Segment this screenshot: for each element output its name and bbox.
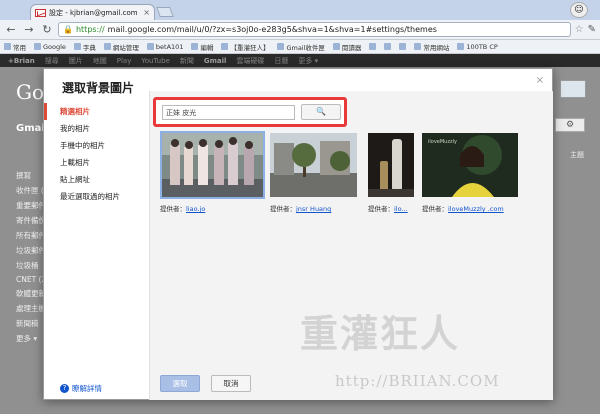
browser-tabstrip: 設定 - kjbrian@gmail.com × ☺ bbox=[0, 0, 600, 20]
bookmark-item[interactable] bbox=[399, 43, 407, 50]
bookmark-item[interactable]: betA101 bbox=[146, 43, 183, 51]
folder-icon bbox=[34, 43, 41, 50]
browser-tab[interactable]: 設定 - kjbrian@gmail.com × bbox=[30, 4, 155, 20]
provider-link[interactable]: jnsr Huang bbox=[296, 205, 331, 213]
bookmark-item[interactable]: 編輯 bbox=[191, 42, 213, 52]
cancel-button[interactable]: 取消 bbox=[211, 375, 251, 392]
bookmark-item[interactable]: Google bbox=[34, 43, 66, 51]
menu-item-paste-url[interactable]: 貼上網址 bbox=[44, 171, 149, 188]
bookmark-item[interactable]: 【重灌狂人】 bbox=[221, 42, 269, 52]
help-icon: ? bbox=[60, 384, 69, 393]
bookmark-icon bbox=[146, 43, 154, 50]
gmail-icon bbox=[277, 43, 285, 50]
bookmark-item[interactable]: 字典 bbox=[73, 42, 96, 52]
bookmark-item[interactable]: 常用網站 bbox=[414, 42, 449, 52]
bookmark-item[interactable] bbox=[384, 43, 392, 50]
portrait-photo-image: iloveMuzzly bbox=[422, 133, 518, 197]
bookmark-icon bbox=[384, 43, 392, 50]
forward-icon[interactable]: → bbox=[22, 23, 36, 36]
search-icon: 🔍 bbox=[316, 107, 326, 116]
bookmark-icon bbox=[221, 43, 229, 50]
account-avatar[interactable] bbox=[560, 80, 586, 98]
bookmarks-bar: 常用 Google 字典 網站管理 betA101 編輯 【重灌狂人】 Gmai… bbox=[0, 40, 600, 54]
bookmark-item[interactable]: 網站管理 bbox=[103, 42, 139, 52]
folder-icon bbox=[414, 43, 422, 50]
profile-avatar-icon[interactable]: ☺ bbox=[570, 2, 588, 18]
photo-card[interactable]: iloveMuzzly 提供者：iloveMuzzly .com bbox=[422, 131, 522, 231]
bookmark-item[interactable]: Gmail收件匣 bbox=[277, 42, 325, 52]
bookmark-item[interactable] bbox=[369, 43, 377, 50]
bottle-photo-image bbox=[368, 133, 414, 197]
browser-toolbar: ← → ↻ 🔒 https://mail.google.com/mail/u/0… bbox=[0, 20, 600, 40]
menu-item-phone-photos[interactable]: 手機中的相片 bbox=[44, 137, 149, 154]
url-scheme: https:// bbox=[75, 25, 105, 34]
tab-close-icon[interactable]: × bbox=[143, 8, 150, 17]
photo-caption: 提供者：jnsr Huang bbox=[270, 205, 332, 213]
background-picker-dialog: 選取背景圖片 × 精選相片 我的相片 手機中的相片 上載相片 貼上網址 最近選取… bbox=[43, 68, 553, 400]
svg-text:iloveMuzzly: iloveMuzzly bbox=[428, 139, 457, 145]
themes-tab[interactable]: 主題 bbox=[570, 150, 584, 160]
photo-thumbnail[interactable] bbox=[160, 131, 265, 199]
watermark-url: http://BRIIAN.COM bbox=[335, 372, 500, 390]
photo-caption: 提供者：iloveMuzzly .com bbox=[422, 205, 504, 213]
folder-icon bbox=[4, 43, 11, 50]
menu-item-recent-photos[interactable]: 最近選取過的相片 bbox=[44, 188, 149, 205]
star-icon[interactable]: ☆ bbox=[575, 24, 584, 35]
search-input[interactable] bbox=[162, 105, 295, 120]
watermark-logo: 重灌狂人 bbox=[300, 311, 461, 356]
tab-title: 設定 - kjbrian@gmail.com bbox=[49, 8, 138, 17]
photo-card[interactable]: 提供者：jnsr Huang bbox=[270, 131, 360, 231]
back-icon[interactable]: ← bbox=[4, 23, 18, 36]
search-highlight: 🔍 bbox=[153, 97, 347, 127]
bookmark-item[interactable]: 100TB CP bbox=[457, 43, 498, 51]
bookmark-item[interactable]: 閱讀器 bbox=[332, 42, 361, 52]
photo-thumbnail[interactable] bbox=[368, 133, 414, 197]
city-photo-image bbox=[270, 133, 357, 197]
select-button[interactable]: 選取 bbox=[160, 375, 200, 392]
menu-item-upload-photos[interactable]: 上載相片 bbox=[44, 154, 149, 171]
photo-card[interactable]: 提供者：ilo... bbox=[368, 131, 418, 231]
dialog-title: 選取背景圖片 bbox=[62, 81, 135, 95]
bookmark-icon bbox=[457, 43, 465, 50]
close-icon[interactable]: × bbox=[536, 75, 544, 86]
photo-thumbnail[interactable]: iloveMuzzly bbox=[422, 133, 518, 197]
bookmark-icon bbox=[399, 43, 407, 50]
provider-link[interactable]: iloveMuzzly .com bbox=[448, 205, 504, 213]
photo-thumbnail[interactable] bbox=[270, 133, 357, 197]
folder-icon bbox=[73, 43, 81, 50]
photo-caption: 提供者：liao.jo bbox=[160, 205, 206, 213]
learn-more-link[interactable]: ? 瞭解詳情 bbox=[60, 383, 102, 394]
search-button[interactable]: 🔍 bbox=[301, 104, 341, 120]
wrench-icon[interactable]: ✎ bbox=[588, 24, 596, 35]
folder-icon bbox=[103, 43, 111, 50]
gmail-favicon-icon bbox=[35, 8, 46, 17]
menu-item-featured-photos[interactable]: 精選相片 bbox=[44, 103, 149, 120]
reader-icon bbox=[332, 43, 340, 50]
source-menu: 精選相片 我的相片 手機中的相片 上載相片 貼上網址 最近選取過的相片 bbox=[44, 103, 149, 365]
bookmark-item[interactable]: 常用 bbox=[4, 42, 26, 52]
new-tab-button[interactable] bbox=[156, 7, 174, 17]
lock-icon: 🔒 bbox=[63, 25, 73, 34]
photo-caption: 提供者：ilo... bbox=[368, 205, 408, 213]
bookmark-icon bbox=[369, 43, 377, 50]
url-text: mail.google.com/mail/u/0/?zx=s3oj0o-e283… bbox=[107, 25, 437, 34]
street-photo-image bbox=[162, 133, 263, 197]
reload-icon[interactable]: ↻ bbox=[40, 23, 54, 36]
settings-gear-icon[interactable]: ⚙ bbox=[555, 118, 585, 132]
address-bar[interactable]: 🔒 https://mail.google.com/mail/u/0/?zx=s… bbox=[58, 22, 571, 37]
provider-link[interactable]: ilo... bbox=[394, 205, 408, 213]
photo-card[interactable]: 提供者：liao.jo bbox=[160, 131, 265, 231]
menu-item-my-photos[interactable]: 我的相片 bbox=[44, 120, 149, 137]
provider-link[interactable]: liao.jo bbox=[186, 205, 205, 213]
bookmark-icon bbox=[191, 43, 199, 50]
